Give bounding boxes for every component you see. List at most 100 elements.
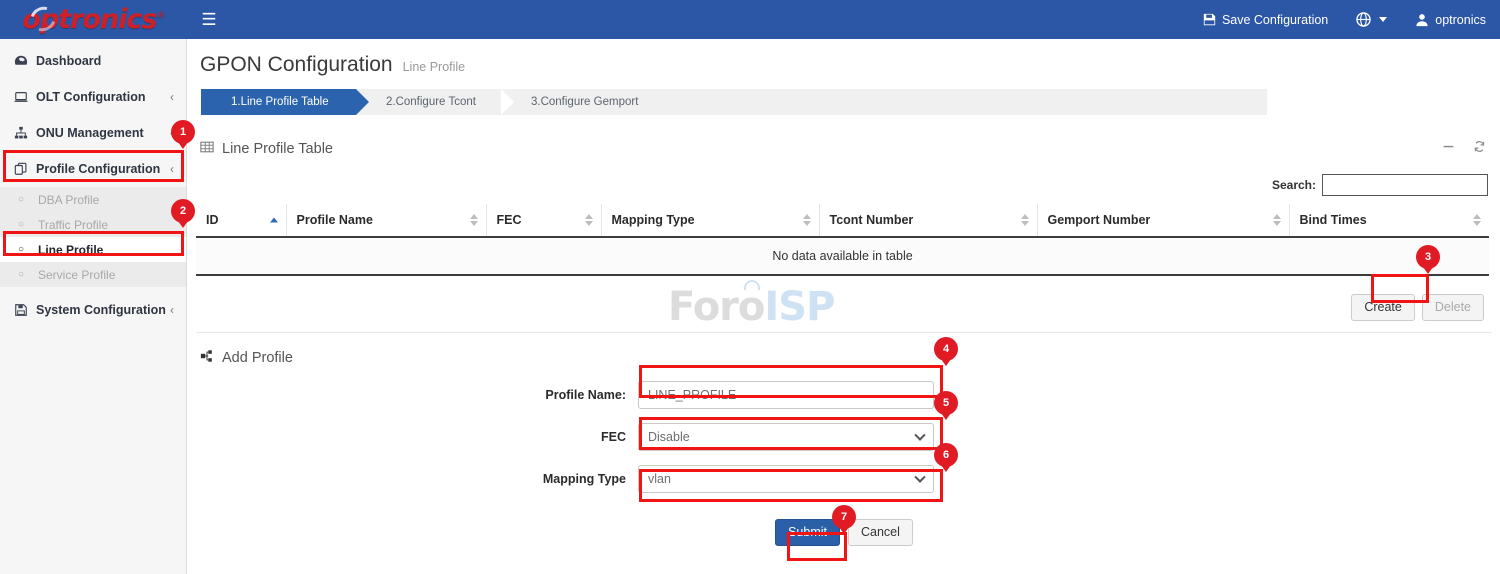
sidebar-item-onu-management[interactable]: ONU Management ‹ — [0, 115, 186, 151]
main-content: GPON Configuration Line Profile 1.Line P… — [188, 39, 1500, 574]
user-menu[interactable]: optronics — [1401, 0, 1500, 39]
page-title: GPON Configuration — [200, 53, 393, 77]
fec-label: FEC — [188, 430, 638, 444]
annotation-badge-7: 7 — [832, 505, 856, 529]
panel-header: Line Profile Table — [188, 134, 1500, 164]
mapping-type-value: vlan — [648, 472, 671, 486]
annotation-badge-5: 5 — [934, 391, 958, 415]
cancel-button[interactable]: Cancel — [848, 519, 913, 546]
save-configuration-button[interactable]: Save Configuration — [1189, 0, 1342, 39]
laptop-icon — [14, 90, 36, 104]
sidebar-subitem-label: Service Profile — [38, 268, 115, 282]
brand-logo[interactable]: optronics® — [0, 0, 187, 39]
chevron-down-icon — [914, 472, 925, 483]
search-input[interactable] — [1322, 174, 1488, 196]
wizard-step-configure-gemport[interactable]: 3.Configure Gemport — [501, 89, 661, 115]
step-notch — [501, 89, 514, 115]
minus-icon[interactable] — [1442, 140, 1455, 158]
table-footer: ForoISP Create Delete — [188, 276, 1500, 332]
column-header-gemport-number[interactable]: Gemport Number — [1037, 204, 1289, 237]
sidebar-item-label: ONU Management — [36, 126, 170, 140]
dashboard-icon — [14, 54, 36, 68]
sidebar-subitem-label: Line Profile — [38, 243, 103, 257]
step-arrow — [661, 89, 674, 115]
sort-icon — [1473, 214, 1481, 226]
sidebar-nav: Dashboard OLT Configuration ‹ ONU Manage… — [0, 39, 187, 574]
profile-name-value: LINE_PROFILE — [648, 388, 736, 402]
sidebar-item-label: OLT Configuration — [36, 90, 170, 104]
page-header: GPON Configuration Line Profile — [188, 39, 1500, 77]
profile-configuration-submenu: ○ DBA Profile ○ Traffic Profile ○ Line P… — [0, 187, 186, 287]
column-label: Bind Times — [1300, 213, 1367, 227]
profile-name-input[interactable]: LINE_PROFILE — [638, 381, 934, 409]
sort-icon — [585, 214, 593, 226]
logo-wordmark: optronics® — [22, 4, 164, 35]
page-subtitle: Line Profile — [403, 60, 466, 74]
watermark-part2: ISP — [764, 284, 834, 330]
table-header-row: ID Profile Name FEC Mapping Type — [196, 204, 1489, 237]
create-button[interactable]: Create — [1351, 294, 1415, 321]
sidebar-item-dashboard[interactable]: Dashboard — [0, 43, 186, 79]
sidebar-item-label: Profile Configuration — [36, 162, 170, 176]
column-header-fec[interactable]: FEC — [486, 204, 601, 237]
sidebar-item-profile-configuration[interactable]: Profile Configuration ‹ — [0, 151, 186, 187]
table-icon — [200, 140, 214, 158]
column-header-profile-name[interactable]: Profile Name — [286, 204, 486, 237]
table-row: No data available in table — [196, 237, 1489, 275]
line-profile-panel: Line Profile Table Search: — [188, 134, 1500, 546]
panel-title-label: Line Profile Table — [222, 141, 333, 157]
column-label: Profile Name — [297, 213, 373, 227]
chevron-down-icon — [914, 430, 925, 441]
sort-icon — [470, 214, 478, 226]
floppy-save-icon — [1203, 13, 1216, 26]
annotation-badge-2: 2 — [171, 199, 195, 223]
sidebar-item-service-profile[interactable]: ○ Service Profile — [0, 262, 186, 287]
column-label: Mapping Type — [612, 213, 695, 227]
hamburger-icon[interactable]: ☰ — [187, 0, 231, 39]
table-body: No data available in table — [196, 237, 1489, 275]
annotation-badge-6: 6 — [934, 443, 958, 467]
column-header-mapping-type[interactable]: Mapping Type — [601, 204, 819, 237]
fec-select[interactable]: Disable — [638, 423, 934, 451]
annotation-badge-4: 4 — [934, 337, 958, 361]
save-configuration-label: Save Configuration — [1222, 13, 1328, 27]
sidebar-item-traffic-profile[interactable]: ○ Traffic Profile — [0, 212, 186, 237]
wizard-step-line-profile-table[interactable]: 1.Line Profile Table — [201, 89, 356, 115]
column-header-bind-times[interactable]: Bind Times — [1289, 204, 1489, 237]
sidebar-item-line-profile[interactable]: ○ Line Profile — [0, 237, 186, 262]
search-row: Search: — [188, 164, 1500, 204]
column-label: FEC — [497, 213, 522, 227]
search-label: Search: — [1272, 178, 1316, 192]
sidebar-item-dba-profile[interactable]: ○ DBA Profile — [0, 187, 186, 212]
form-row-profile-name: Profile Name: LINE_PROFILE — [188, 381, 1500, 409]
panel-tools — [1442, 140, 1486, 158]
header-right-actions: Save Configuration optronics — [1189, 0, 1500, 39]
circle-icon: ○ — [18, 194, 38, 205]
column-header-tcont-number[interactable]: Tcont Number — [819, 204, 1037, 237]
wizard-step-configure-tcont[interactable]: 2.Configure Tcont — [356, 89, 501, 115]
annotation-badge-3: 3 — [1416, 245, 1440, 269]
column-label: ID — [206, 213, 219, 227]
mapping-type-select[interactable]: vlan — [638, 465, 934, 493]
wizard-step-label: 3.Configure Gemport — [531, 96, 638, 108]
sort-icon — [1021, 214, 1029, 226]
sidebar-item-system-configuration[interactable]: System Configuration ‹ — [0, 292, 186, 328]
refresh-icon[interactable] — [1473, 140, 1486, 158]
sidebar-subitem-label: DBA Profile — [38, 193, 99, 207]
form-row-fec: FEC Disable — [188, 423, 1500, 451]
sitemap-icon — [14, 126, 36, 140]
sidebar-subitem-label: Traffic Profile — [38, 218, 108, 232]
language-selector[interactable] — [1342, 0, 1401, 39]
profile-name-label: Profile Name: — [188, 388, 638, 402]
line-profile-table: ID Profile Name FEC Mapping Type — [196, 204, 1489, 276]
delete-button[interactable]: Delete — [1422, 294, 1484, 321]
column-header-id[interactable]: ID — [196, 204, 286, 237]
empty-table-message: No data available in table — [196, 237, 1489, 275]
sort-icon — [803, 214, 811, 226]
add-profile-title: Add Profile — [222, 350, 293, 366]
sort-icon — [1273, 214, 1281, 226]
annotation-badge-1: 1 — [171, 120, 195, 144]
circle-icon: ○ — [18, 244, 38, 255]
submit-button[interactable]: Submit — [775, 519, 840, 546]
sidebar-item-olt-configuration[interactable]: OLT Configuration ‹ — [0, 79, 186, 115]
